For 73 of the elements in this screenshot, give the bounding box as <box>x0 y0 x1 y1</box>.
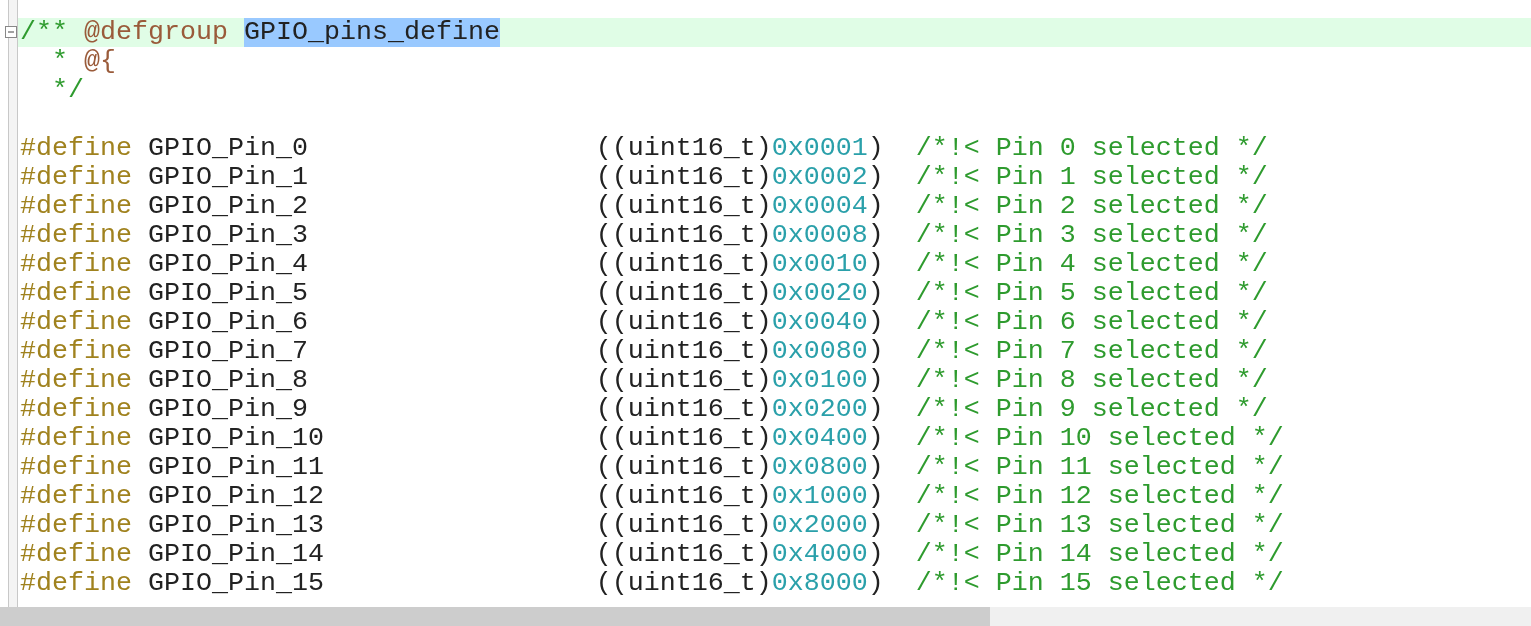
define-keyword: #define <box>20 511 133 540</box>
code-comment: /*!< Pin 5 selected */ <box>915 279 1268 308</box>
macro-name: GPIO_Pin_11 <box>147 453 325 482</box>
macro-name: GPIO_Pin_4 <box>147 250 309 279</box>
code-comment: /*!< Pin 8 selected */ <box>915 366 1268 395</box>
code-comment: /*!< Pin 3 selected */ <box>915 221 1268 250</box>
define-keyword: #define <box>20 482 133 511</box>
macro-name: GPIO_Pin_8 <box>147 366 309 395</box>
code-comment: /*!< Pin 4 selected */ <box>915 250 1268 279</box>
doc-tag: @defgroup <box>84 18 228 47</box>
define-keyword: #define <box>20 250 133 279</box>
macro-value: ((uint16_t)0x8000) <box>595 569 885 598</box>
define-keyword: #define <box>20 540 133 569</box>
selected-text: GPIO_pins_define <box>243 18 500 47</box>
define-keyword: #define <box>20 337 133 366</box>
macro-value: ((uint16_t)0x0080) <box>595 337 885 366</box>
macro-value: ((uint16_t)0x0020) <box>595 279 885 308</box>
define-keyword: #define <box>20 279 133 308</box>
macro-name: GPIO_Pin_1 <box>147 163 309 192</box>
code-comment: /*!< Pin 9 selected */ <box>915 395 1268 424</box>
macro-value: ((uint16_t)0x0200) <box>595 395 885 424</box>
comment-marker: * <box>52 47 68 76</box>
define-keyword: #define <box>20 221 133 250</box>
macro-value: ((uint16_t)0x0004) <box>595 192 885 221</box>
collapse-icon[interactable] <box>5 26 17 38</box>
macro-name: GPIO_Pin_2 <box>147 192 309 221</box>
macro-value: ((uint16_t)0x4000) <box>595 540 885 569</box>
code-comment: /*!< Pin 13 selected */ <box>915 511 1284 540</box>
macro-name: GPIO_Pin_7 <box>147 337 309 366</box>
define-keyword: #define <box>20 192 133 221</box>
define-keyword: #define <box>20 366 133 395</box>
code-comment: /*!< Pin 12 selected */ <box>915 482 1284 511</box>
macro-value: ((uint16_t)0x0001) <box>595 134 885 163</box>
macro-value: ((uint16_t)0x0800) <box>595 453 885 482</box>
doc-tag: @{ <box>83 47 116 76</box>
code-comment: /*!< Pin 2 selected */ <box>915 192 1268 221</box>
define-keyword: #define <box>20 395 133 424</box>
macro-value: ((uint16_t)0x0008) <box>595 221 885 250</box>
macro-value: ((uint16_t)0x0400) <box>595 424 885 453</box>
macro-name: GPIO_Pin_9 <box>147 395 309 424</box>
macro-name: GPIO_Pin_0 <box>147 134 309 163</box>
comment-marker: */ <box>52 76 84 105</box>
code-comment: /*!< Pin 15 selected */ <box>915 569 1284 598</box>
code-comment: /*!< Pin 14 selected */ <box>915 540 1284 569</box>
macro-value: ((uint16_t)0x2000) <box>595 511 885 540</box>
scrollbar-thumb[interactable] <box>0 607 990 626</box>
define-keyword: #define <box>20 134 133 163</box>
comment-marker: /** <box>20 18 68 47</box>
define-keyword: #define <box>20 569 133 598</box>
code-comment: /*!< Pin 0 selected */ <box>915 134 1268 163</box>
define-keyword: #define <box>20 308 133 337</box>
define-keyword: #define <box>20 453 133 482</box>
code-comment: /*!< Pin 6 selected */ <box>915 308 1268 337</box>
macro-value: ((uint16_t)0x0010) <box>595 250 885 279</box>
horizontal-scrollbar[interactable] <box>0 607 1531 626</box>
macro-name: GPIO_Pin_14 <box>147 540 325 569</box>
macro-name: GPIO_Pin_15 <box>147 569 325 598</box>
code-comment: /*!< Pin 7 selected */ <box>915 337 1268 366</box>
macro-name: GPIO_Pin_3 <box>147 221 309 250</box>
macro-name: GPIO_Pin_6 <box>147 308 309 337</box>
code-comment: /*!< Pin 10 selected */ <box>915 424 1284 453</box>
macro-value: ((uint16_t)0x0002) <box>595 163 885 192</box>
code-comment: /*!< Pin 11 selected */ <box>915 453 1284 482</box>
macro-value: ((uint16_t)0x1000) <box>595 482 885 511</box>
macro-name: GPIO_Pin_13 <box>147 511 325 540</box>
macro-name: GPIO_Pin_12 <box>147 482 325 511</box>
code-comment: /*!< Pin 1 selected */ <box>915 163 1268 192</box>
define-keyword: #define <box>20 424 133 453</box>
macro-name: GPIO_Pin_10 <box>147 424 325 453</box>
macro-value: ((uint16_t)0x0040) <box>595 308 885 337</box>
macro-name: GPIO_Pin_5 <box>147 279 309 308</box>
define-keyword: #define <box>20 163 133 192</box>
macro-value: ((uint16_t)0x0100) <box>595 366 885 395</box>
